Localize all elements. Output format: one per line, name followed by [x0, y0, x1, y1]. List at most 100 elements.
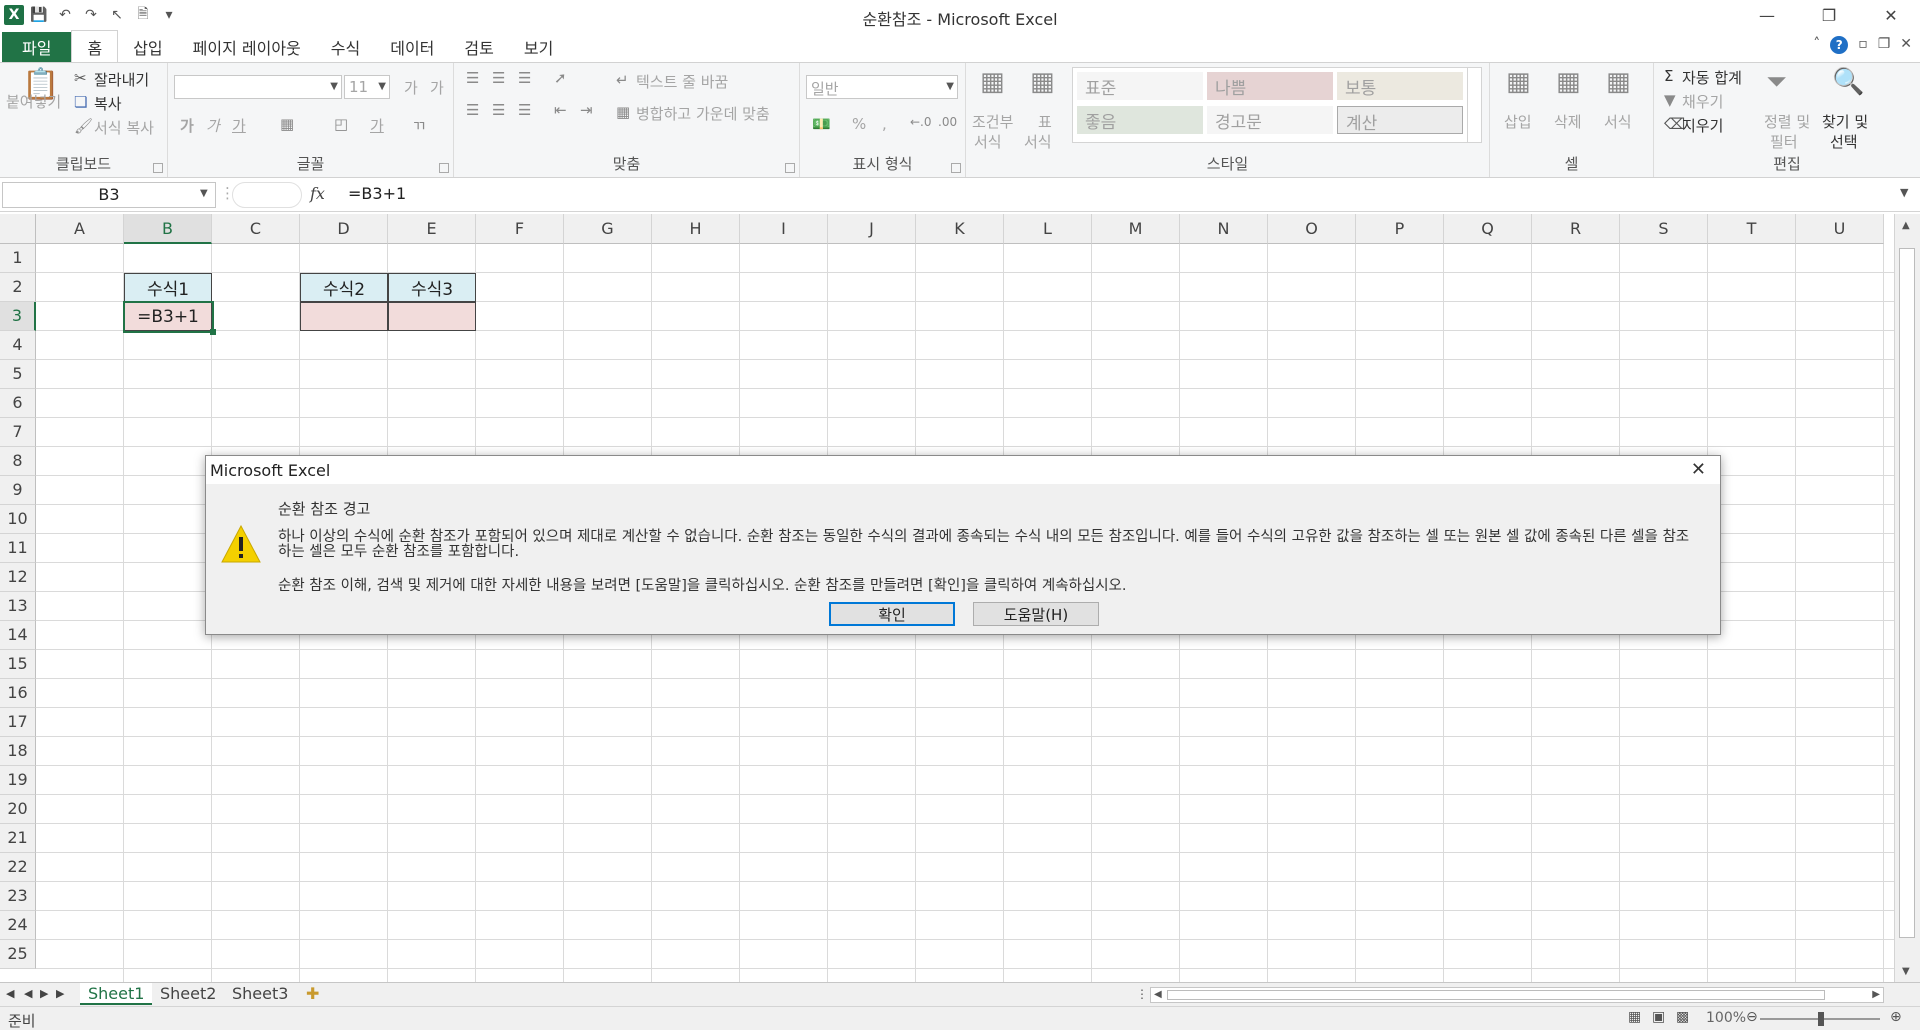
- tab-data[interactable]: 데이터: [375, 32, 449, 62]
- format-table-button[interactable]: 표: [1038, 111, 1052, 132]
- style-bad[interactable]: 나쁨: [1207, 72, 1333, 100]
- row-header-17[interactable]: 17: [0, 708, 36, 737]
- find-select-button[interactable]: 찾기 및: [1822, 111, 1868, 132]
- row-header-1[interactable]: 1: [0, 244, 36, 273]
- column-header-q[interactable]: Q: [1444, 214, 1532, 244]
- select-all-corner[interactable]: [0, 214, 36, 244]
- name-box-dropdown-icon[interactable]: ▼: [200, 188, 208, 199]
- doc-minimize-icon[interactable]: ▫: [1858, 36, 1868, 54]
- insert-function-icon[interactable]: fx: [310, 184, 325, 203]
- clear-button[interactable]: 지우기: [1682, 115, 1723, 136]
- number-launcher-icon[interactable]: [951, 163, 961, 173]
- row-header-10[interactable]: 10: [0, 505, 36, 534]
- style-calc[interactable]: 계산: [1337, 106, 1463, 134]
- column-header-c[interactable]: C: [212, 214, 300, 244]
- align-bottom-icon[interactable]: ☰: [518, 69, 531, 87]
- row-header-7[interactable]: 7: [0, 418, 36, 447]
- column-header-m[interactable]: M: [1092, 214, 1180, 244]
- vertical-scroll-thumb[interactable]: [1899, 248, 1915, 938]
- customize-qat-icon[interactable]: ▾: [158, 4, 180, 26]
- restore-button[interactable]: ❐: [1800, 0, 1858, 30]
- bold-button[interactable]: 가: [180, 115, 194, 136]
- horizontal-scrollbar[interactable]: ◀ ▶: [1150, 987, 1884, 1003]
- style-warning[interactable]: 경고문: [1207, 106, 1333, 134]
- indent-decrease-icon[interactable]: ⇤: [554, 101, 567, 119]
- format-painter-button[interactable]: 서식 복사: [94, 117, 154, 138]
- dialog-close-icon[interactable]: ✕: [1691, 459, 1706, 480]
- tab-page-layout[interactable]: 페이지 레이아웃: [178, 32, 316, 62]
- redo-icon[interactable]: ↷: [80, 4, 102, 26]
- sheet-tab-sheet3[interactable]: Sheet3: [224, 983, 296, 1005]
- row-header-16[interactable]: 16: [0, 679, 36, 708]
- row-header-12[interactable]: 12: [0, 563, 36, 592]
- merge-center-button[interactable]: 병합하고 가운데 맞춤: [636, 103, 770, 124]
- column-header-e[interactable]: E: [388, 214, 476, 244]
- row-header-9[interactable]: 9: [0, 476, 36, 505]
- decrease-decimal-icon[interactable]: .00: [938, 115, 957, 129]
- delete-cells-button[interactable]: 삭제: [1554, 111, 1582, 132]
- column-header-j[interactable]: J: [828, 214, 916, 244]
- hscroll-split-icon[interactable]: ⋮: [1136, 987, 1148, 1001]
- minimize-button[interactable]: —: [1738, 0, 1796, 30]
- zoom-level[interactable]: 100%: [1706, 1010, 1746, 1026]
- row-header-2[interactable]: 2: [0, 273, 36, 302]
- grow-font-button[interactable]: 가: [404, 77, 418, 98]
- help-button[interactable]: 도움말(H): [973, 602, 1099, 626]
- collapse-ribbon-icon[interactable]: ˄: [1813, 36, 1820, 54]
- currency-icon[interactable]: 💵: [812, 115, 831, 133]
- align-left-icon[interactable]: ☰: [466, 101, 479, 119]
- align-center-icon[interactable]: ☰: [492, 101, 505, 119]
- scroll-down-icon[interactable]: ▼: [1902, 966, 1910, 977]
- align-middle-icon[interactable]: ☰: [492, 69, 505, 87]
- scroll-up-icon[interactable]: ▲: [1902, 220, 1910, 231]
- column-header-o[interactable]: O: [1268, 214, 1356, 244]
- column-header-k[interactable]: K: [916, 214, 1004, 244]
- row-header-19[interactable]: 19: [0, 766, 36, 795]
- row-header-25[interactable]: 25: [0, 940, 36, 969]
- fill-button[interactable]: 채우기: [1682, 91, 1723, 112]
- formula-input[interactable]: =B3+1: [348, 184, 406, 203]
- align-top-icon[interactable]: ☰: [466, 69, 479, 87]
- row-header-22[interactable]: 22: [0, 853, 36, 882]
- format-cells-button[interactable]: 서식: [1604, 111, 1632, 132]
- zoom-in-icon[interactable]: ⊕: [1890, 1009, 1902, 1025]
- italic-button[interactable]: 가: [206, 115, 220, 136]
- clipboard-launcher-icon[interactable]: [153, 163, 163, 173]
- wrap-text-button[interactable]: 텍스트 줄 바꿈: [636, 71, 728, 92]
- phonetic-icon[interactable]: ㄲ: [412, 115, 426, 136]
- comma-button[interactable]: ,: [882, 115, 887, 133]
- row-header-8[interactable]: 8: [0, 447, 36, 476]
- insert-sheet-icon[interactable]: ✚: [298, 983, 327, 1005]
- column-header-d[interactable]: D: [300, 214, 388, 244]
- column-header-b[interactable]: B: [124, 214, 212, 244]
- indent-increase-icon[interactable]: ⇥: [580, 101, 593, 119]
- zoom-out-icon[interactable]: ⊖: [1746, 1009, 1758, 1025]
- doc-close-icon[interactable]: ✕: [1900, 36, 1912, 54]
- row-header-5[interactable]: 5: [0, 360, 36, 389]
- row-header-20[interactable]: 20: [0, 795, 36, 824]
- column-header-t[interactable]: T: [1708, 214, 1796, 244]
- style-normal[interactable]: 표준: [1077, 72, 1203, 100]
- scroll-left-icon[interactable]: ◀: [1154, 989, 1162, 1000]
- row-header-24[interactable]: 24: [0, 911, 36, 940]
- column-header-i[interactable]: I: [740, 214, 828, 244]
- tab-review[interactable]: 검토: [449, 32, 508, 62]
- border-icon[interactable]: ▦: [280, 115, 294, 133]
- style-good[interactable]: 좋음: [1077, 106, 1203, 134]
- copy-button[interactable]: 복사: [94, 93, 122, 114]
- sort-filter-button[interactable]: 정렬 및: [1764, 111, 1810, 132]
- paste-button[interactable]: 붙여넣기: [6, 91, 61, 112]
- first-sheet-icon[interactable]: ◀: [6, 987, 14, 1000]
- undo-icon[interactable]: ↶: [54, 4, 76, 26]
- excel-logo-icon[interactable]: X: [4, 5, 24, 25]
- row-header-14[interactable]: 14: [0, 621, 36, 650]
- column-header-a[interactable]: A: [36, 214, 124, 244]
- conditional-format-button[interactable]: 조건부: [972, 111, 1013, 132]
- expand-formula-bar-icon[interactable]: ▼: [1900, 186, 1908, 199]
- font-color-button[interactable]: 가: [370, 115, 384, 136]
- next-sheet-icon[interactable]: ▶: [40, 987, 48, 1000]
- tab-home[interactable]: 홈: [71, 30, 119, 62]
- doc-restore-icon[interactable]: ❐: [1878, 36, 1891, 54]
- row-header-4[interactable]: 4: [0, 331, 36, 360]
- row-header-11[interactable]: 11: [0, 534, 36, 563]
